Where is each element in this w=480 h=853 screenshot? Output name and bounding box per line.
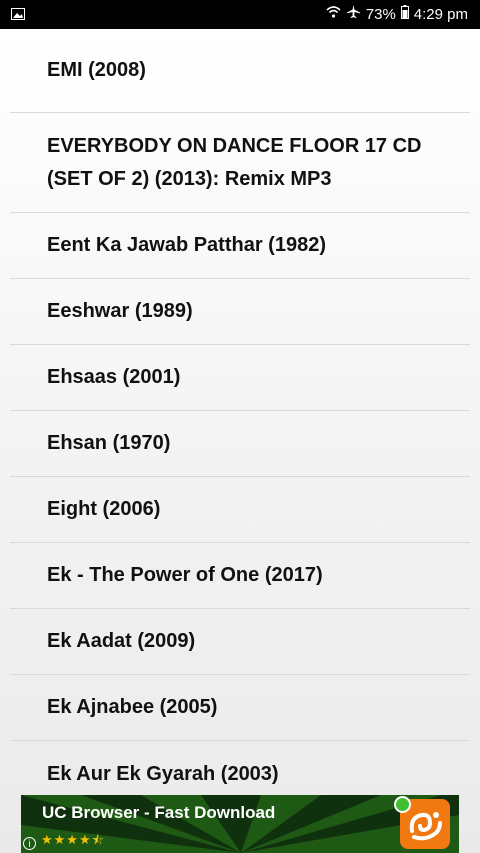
airplane-icon xyxy=(346,0,361,29)
list-item-label: Ehsan (1970) xyxy=(47,432,171,454)
list-item[interactable]: Ek Aadat (2009) xyxy=(10,609,470,675)
list-item[interactable]: Eent Ka Jawab Patthar (1982) xyxy=(10,213,470,279)
list-item-label: Ek - The Power of One (2017) xyxy=(47,564,323,586)
battery-icon xyxy=(400,0,409,29)
ad-banner[interactable]: UC Browser - Fast Download ★★★★⯪ i xyxy=(21,795,459,853)
battery-percent: 73% xyxy=(365,6,396,23)
ad-title[interactable]: UC Browser - Fast Download xyxy=(42,803,275,823)
download-badge-icon xyxy=(394,796,411,813)
list-item-label: Eight (2006) xyxy=(47,498,161,520)
image-icon xyxy=(11,7,25,24)
rating-stars: ★★★★⯪ xyxy=(41,832,105,847)
list-item[interactable]: Ehsan (1970) xyxy=(10,411,470,477)
clock: 4:29 pm xyxy=(413,6,468,23)
list-item[interactable]: Eight (2006) xyxy=(10,477,470,543)
list-item[interactable]: Ehsaas (2001) xyxy=(10,345,470,411)
list-item-label: Ek Aadat (2009) xyxy=(47,630,196,652)
list-item[interactable]: Ek - The Power of One (2017) xyxy=(10,543,470,609)
list-item-label: Ehsaas (2001) xyxy=(47,366,181,388)
wifi-icon xyxy=(326,0,341,29)
list-item-label: Ek Aur Ek Gyarah (2003) xyxy=(47,762,279,785)
movie-list: EMI (2008) EVERYBODY ON DANCE FLOOR 17 C… xyxy=(0,29,480,807)
info-icon[interactable]: i xyxy=(23,837,36,850)
list-item-label: Ek Ajnabee (2005) xyxy=(47,696,218,718)
list-item-label: EVERYBODY ON DANCE FLOOR 17 CD (SET OF 2… xyxy=(47,134,422,190)
status-bar: 73% 4:29 pm xyxy=(0,0,480,29)
list-item[interactable]: EVERYBODY ON DANCE FLOOR 17 CD (SET OF 2… xyxy=(10,113,470,213)
list-item-label: EMI (2008) xyxy=(47,59,146,81)
list-item-label: Eeshwar (1989) xyxy=(47,300,193,322)
list-item[interactable]: Eeshwar (1989) xyxy=(10,279,470,345)
list-item-label: Eent Ka Jawab Patthar (1982) xyxy=(47,234,326,256)
list-item[interactable]: EMI (2008) xyxy=(10,29,470,113)
list-item[interactable]: Ek Ajnabee (2005) xyxy=(10,675,470,741)
